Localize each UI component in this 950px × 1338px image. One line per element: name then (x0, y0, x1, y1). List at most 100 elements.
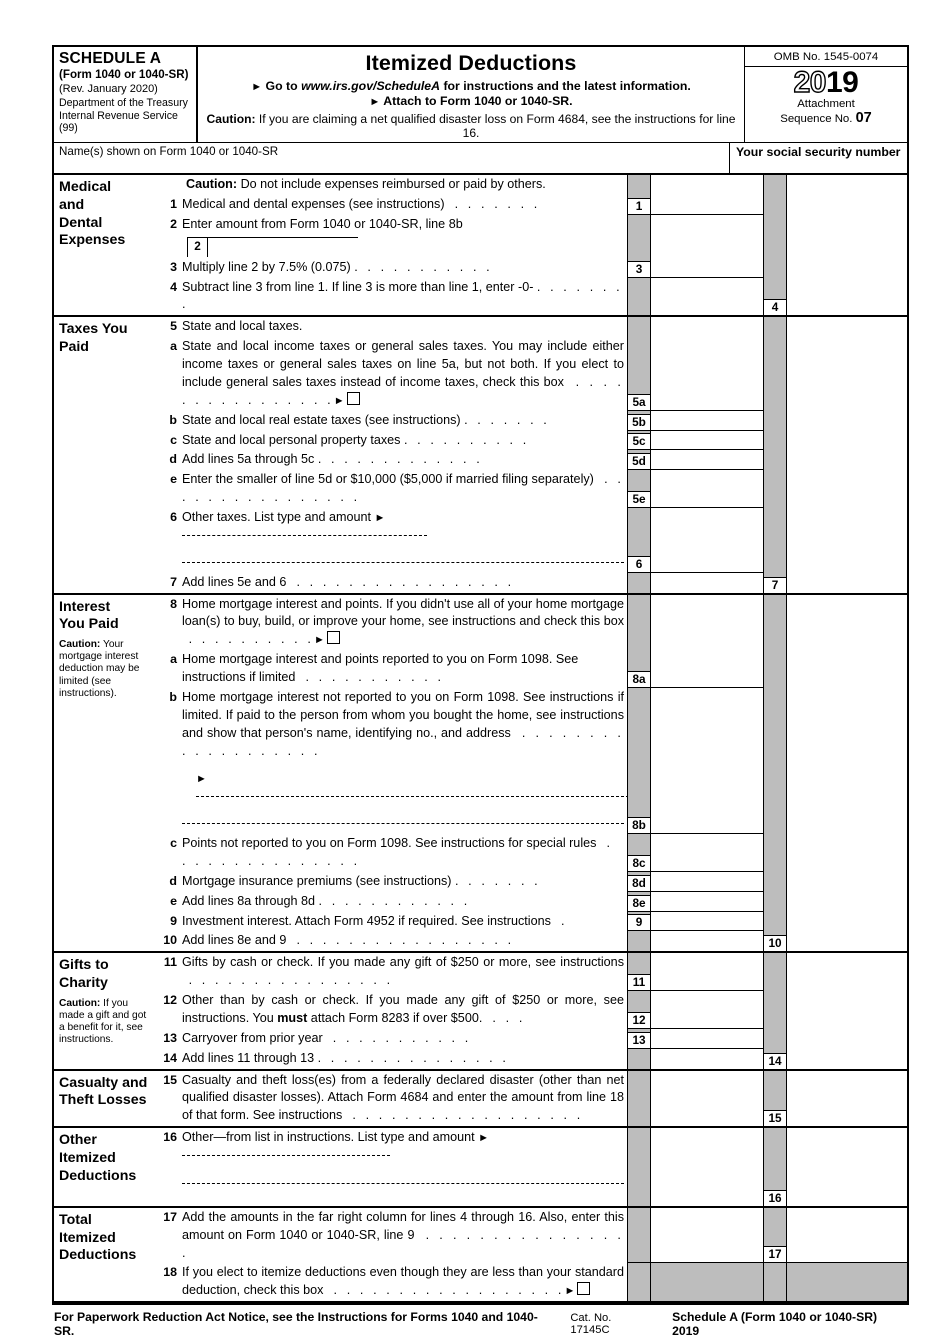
line-8e-tag: 8e (628, 894, 650, 911)
farcol-line-7[interactable] (787, 572, 907, 593)
farcol-line-14[interactable] (787, 1048, 907, 1069)
goto-arrow-icon: ► (251, 81, 263, 93)
line-2-inline-field[interactable] (208, 238, 358, 257)
line-8c-desc: Points not reported to you on Form 1098.… (182, 836, 597, 850)
line-5a-checkbox[interactable] (346, 391, 360, 405)
entry-line-6[interactable] (650, 508, 764, 573)
section-other-itemized-deductions: Other Itemized Deductions 16 Other—from … (54, 1128, 907, 1208)
col-tag-line-1: 1 (627, 194, 650, 215)
col-tag-line-10 (627, 931, 650, 952)
entry-line-8c[interactable] (650, 834, 764, 872)
entry-line-14-spacer (650, 1048, 764, 1069)
line-16-write-in-1[interactable] (182, 1155, 390, 1156)
entry-line-8e[interactable] (650, 891, 764, 912)
attachment-number: 07 (855, 110, 872, 127)
entry-medical-caution (650, 175, 764, 195)
line-2-inline-entry[interactable]: 2 (187, 236, 358, 257)
line-6-write-in-1[interactable] (182, 534, 427, 536)
line-10-label: Add lines 8e and 9 . . . . . . . . . . .… (182, 932, 624, 950)
line-1-tag: 1 (628, 197, 650, 214)
line-5c-tag: 5c (628, 433, 650, 450)
line-5a-tag: 5a (628, 393, 650, 410)
line-12-dots: . . . (485, 1010, 526, 1025)
line-16-write-in-2[interactable] (182, 1182, 624, 1184)
line-2-label: Enter amount from Form 1040 or 1040-SR, … (182, 216, 624, 257)
section-medical-and-dental: Medical and Dental Expenses Caution: Do … (54, 175, 907, 318)
goto-url[interactable]: www.irs.gov/ScheduleA (301, 79, 440, 93)
entry-line-5c[interactable] (650, 430, 764, 451)
entry-line-12[interactable] (650, 991, 764, 1029)
row-line-18-text: 18 If you elect to itemize deductions ev… (158, 1263, 627, 1301)
line-8b-write-in-1[interactable] (196, 796, 634, 798)
line-8-checkbox[interactable] (326, 631, 340, 645)
line-13-desc: Carryover from prior year (182, 1030, 323, 1045)
line-8b-number: b (169, 689, 177, 704)
section-total-itemized-deductions: Total Itemized Deductions 17 Add the amo… (54, 1207, 907, 1304)
goto-prefix: Go to (265, 79, 298, 93)
farcol-line-15[interactable] (787, 1070, 907, 1127)
entry-line-8b[interactable] (650, 687, 764, 834)
line-5d-desc: Add lines 5a through 5c (182, 452, 315, 467)
row-line-7: 7 Add lines 5e and 6 . . . . . . . . . .… (158, 572, 907, 593)
omb-number: OMB No. 1545-0074 (745, 47, 907, 67)
entry-line-13[interactable] (650, 1028, 764, 1049)
col-gap-medical-caution (764, 175, 787, 195)
ssn-field[interactable]: Your social security number (730, 143, 907, 173)
col-tag-medical-caution (627, 175, 650, 195)
line-13-tag: 13 (628, 1031, 650, 1048)
col-tag-line-17 (627, 1207, 650, 1264)
header-caution-label: Caution: (206, 112, 256, 126)
line-5e-desc: Enter the smaller of line 5d or $10,000 … (182, 472, 594, 487)
section-label-gifts-line1: Gifts to (59, 957, 109, 974)
row-line-8a: a Home mortgage interest and points repo… (158, 650, 907, 688)
section-label-total-line2: Itemized (59, 1229, 116, 1246)
col-tag-line-7 (627, 572, 650, 593)
line-5c-number: c (170, 432, 177, 447)
line-16-label: Other—from list in instructions. List ty… (182, 1129, 624, 1205)
attachment-label-1: Attachment (797, 97, 855, 110)
farcol-line-16[interactable] (787, 1128, 907, 1206)
line-8b-write-in-2[interactable] (182, 823, 624, 825)
entry-line-16-spacer (650, 1128, 764, 1206)
entry-line-3[interactable] (650, 257, 764, 278)
entry-line-11[interactable] (650, 953, 764, 991)
entry-line-1[interactable] (650, 194, 764, 215)
entry-line-5e[interactable] (650, 470, 764, 508)
farcol-line-3 (787, 257, 907, 278)
section-lines-total: 17 Add the amounts in the far right colu… (158, 1207, 907, 1302)
farcol-line-13 (787, 1028, 907, 1049)
row-line-5-text: 5 State and local taxes. (158, 317, 627, 337)
attachment-sequence: Attachment Sequence No. 07 (745, 97, 907, 129)
line-18-checkbox[interactable] (577, 1282, 591, 1296)
name-label: Name(s) shown on Form 1040 or 1040-SR (59, 145, 279, 158)
line-8b-write-in-row-a: ► (182, 770, 634, 806)
line-7-dots: . . . . . . . . . . . . . . . . . (289, 574, 515, 589)
goto-suffix: for instructions and the latest informat… (443, 79, 691, 93)
row-medical-caution-text: Caution: Do not include expenses reimbur… (158, 175, 627, 195)
col-tag-line-11: 11 (627, 953, 650, 991)
farcol-line-4[interactable] (787, 277, 907, 316)
line-3-label: Multiply line 2 by 7.5% (0.075) . . . . … (182, 259, 624, 277)
entry-line-5a[interactable] (650, 337, 764, 411)
header-center-block: Itemized Deductions ► Go to www.irs.gov/… (198, 47, 745, 142)
entry-line-5b[interactable] (650, 410, 764, 431)
entry-line-5d[interactable] (650, 450, 764, 471)
section-lines-gifts: 11 Gifts by cash or check. If you made a… (158, 953, 907, 1069)
farcol-line-10[interactable] (787, 931, 907, 952)
line-6-write-in-2[interactable] (182, 561, 624, 563)
col-tag-line-16 (627, 1128, 650, 1206)
section-label-total-line3: Deductions (59, 1247, 137, 1264)
interest-caution-label: Caution: (59, 639, 101, 650)
entry-line-8a[interactable] (650, 650, 764, 688)
entry-line-8d[interactable] (650, 871, 764, 892)
row-line-7-text: 7 Add lines 5e and 6 . . . . . . . . . .… (158, 573, 627, 593)
schedule-reference: Schedule A (Form 1040 or 1040-SR) 2019 (672, 1310, 878, 1338)
row-line-15-text: 15 Casualty and theft loss(es) from a fe… (158, 1071, 627, 1127)
line-7-tag: 7 (764, 576, 786, 593)
farcol-line-17[interactable] (787, 1207, 907, 1264)
name-field[interactable]: Name(s) shown on Form 1040 or 1040-SR (54, 143, 730, 173)
farcol-line-5c (787, 430, 907, 451)
entry-line-9[interactable] (650, 911, 764, 932)
line-6-number: 6 (170, 510, 177, 524)
col-gap-line-6 (764, 508, 787, 573)
